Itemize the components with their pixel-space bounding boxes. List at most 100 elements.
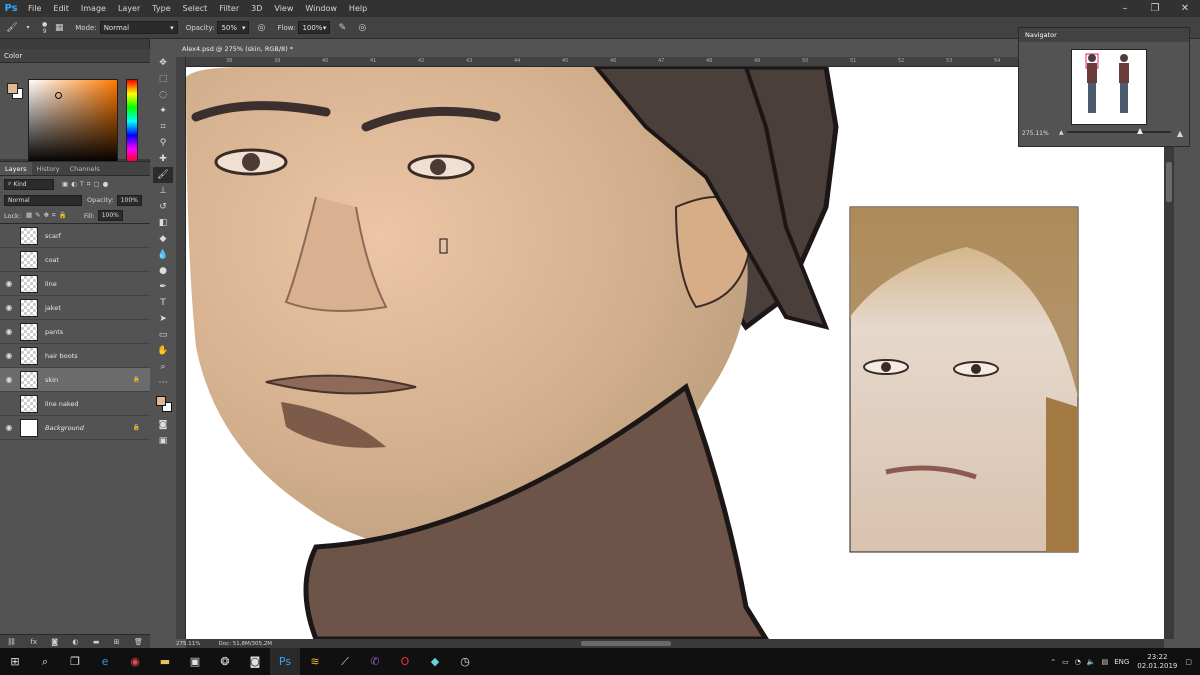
magic-wand-icon[interactable]: ✦ xyxy=(153,103,173,119)
foreground-color-swatch[interactable] xyxy=(7,83,18,94)
fill-field[interactable]: 100% xyxy=(97,210,123,221)
quick-mask-icon[interactable]: ◙ xyxy=(153,417,173,433)
wifi-icon[interactable]: ◔ xyxy=(1075,658,1081,666)
brush-preset-picker[interactable]: ● 9 xyxy=(42,21,47,35)
eye-icon[interactable]: ◉ xyxy=(0,423,18,432)
history-brush-icon[interactable]: ↺ xyxy=(153,199,173,215)
layer-thumbnail[interactable] xyxy=(20,274,38,293)
menu-type[interactable]: Type xyxy=(146,4,176,13)
menu-image[interactable]: Image xyxy=(75,4,112,13)
layer-thumbnail[interactable] xyxy=(20,418,38,437)
link-icon[interactable]: ⛓ xyxy=(7,638,16,646)
layer-name[interactable]: scarf xyxy=(45,232,61,240)
layer-opacity-field[interactable]: 100% xyxy=(116,194,142,206)
clock-app-icon[interactable]: ◷ xyxy=(450,648,480,675)
path-select-icon[interactable]: ➤ xyxy=(153,311,173,327)
marquee-tool-icon[interactable]: ⬚ xyxy=(153,71,173,87)
navigator-slider-knob[interactable] xyxy=(1137,128,1143,134)
photoshop-taskbar-icon[interactable]: Ps xyxy=(270,648,300,675)
app-icon[interactable]: ◆ xyxy=(420,648,450,675)
color-picker-field[interactable] xyxy=(28,79,118,164)
stack-app-icon[interactable]: ≋ xyxy=(300,648,330,675)
layer-name[interactable]: line xyxy=(45,280,57,288)
menu-window[interactable]: Window xyxy=(299,4,343,13)
menu-layer[interactable]: Layer xyxy=(112,4,146,13)
layer-name[interactable]: coat xyxy=(45,256,59,264)
vertical-scrollbar[interactable] xyxy=(1164,67,1174,639)
flow-field[interactable]: 100% ▾ xyxy=(298,21,331,34)
menu-help[interactable]: Help xyxy=(343,4,373,13)
canvas[interactable] xyxy=(186,67,1164,639)
mask-icon[interactable]: ◙ xyxy=(51,638,58,646)
layer-thumbnail[interactable] xyxy=(20,250,38,269)
new-layer-icon[interactable]: ⊞ xyxy=(114,638,120,646)
minimize-icon[interactable]: – xyxy=(1110,0,1140,17)
more-tools-icon[interactable]: ⋯ xyxy=(153,375,173,391)
adjustment-icon[interactable]: ◐ xyxy=(72,638,78,646)
layer-row-hair-boots[interactable]: ◉ hair boots xyxy=(0,344,150,368)
layer-row-scarf[interactable]: scarf xyxy=(0,224,150,248)
eye-icon[interactable]: ◉ xyxy=(0,375,18,384)
edge-browser-icon[interactable]: e xyxy=(90,648,120,675)
navigator-zoom-slider[interactable] xyxy=(1067,128,1171,134)
menu-view[interactable]: View xyxy=(268,4,299,13)
layer-row-pants[interactable]: ◉ pants xyxy=(0,320,150,344)
webcam-icon[interactable]: ◙ xyxy=(240,648,270,675)
close-icon[interactable]: ✕ xyxy=(1170,0,1200,17)
menu-select[interactable]: Select xyxy=(177,4,214,13)
menu-3d[interactable]: 3D xyxy=(245,4,268,13)
layer-name[interactable]: jaket xyxy=(45,304,61,312)
viber-icon[interactable]: ✆ xyxy=(360,648,390,675)
keyboard-icon[interactable]: ▤ xyxy=(1102,658,1109,666)
aperture-icon[interactable]: ❂ xyxy=(210,648,240,675)
eye-icon[interactable]: ◉ xyxy=(0,351,18,360)
search-icon[interactable]: ⌕ xyxy=(30,648,60,675)
layer-row-coat[interactable]: coat xyxy=(0,248,150,272)
blend-mode-select[interactable]: Normal xyxy=(4,194,82,206)
layer-name[interactable]: line naked xyxy=(45,400,79,408)
battery-icon[interactable]: ▭ xyxy=(1062,658,1069,666)
vivaldi-icon[interactable]: ◉ xyxy=(120,648,150,675)
store-icon[interactable]: ▣ xyxy=(180,648,210,675)
layer-thumbnail[interactable] xyxy=(20,346,38,365)
status-zoom[interactable]: 275.11% xyxy=(176,641,200,647)
opera-icon[interactable]: O xyxy=(390,648,420,675)
pen-tool-icon[interactable]: ✒ xyxy=(153,279,173,295)
zoom-in-icon[interactable]: ▲ xyxy=(1177,129,1183,138)
folder-icon[interactable]: ▬ xyxy=(93,638,100,646)
screen-mode-icon[interactable]: ▣ xyxy=(153,433,173,449)
dodge-tool-icon[interactable]: ● xyxy=(153,263,173,279)
mode-select[interactable]: Normal ▾ xyxy=(99,21,178,34)
layer-row-jaket[interactable]: ◉ jaket xyxy=(0,296,150,320)
pressure-size-icon[interactable]: ◎ xyxy=(354,20,370,36)
layer-name[interactable]: skin xyxy=(45,376,58,384)
eraser-icon[interactable]: ◧ xyxy=(153,215,173,231)
menu-file[interactable]: File xyxy=(22,4,47,13)
wacom-icon[interactable]: ⟋ xyxy=(330,648,360,675)
layer-name[interactable]: Background xyxy=(45,424,84,432)
layer-row-skin[interactable]: ◉ skin 🔒 xyxy=(0,368,150,392)
color-picker-cursor[interactable] xyxy=(55,92,62,99)
chevron-down-icon[interactable]: ▾ xyxy=(20,20,36,36)
horizontal-scroll-thumb[interactable] xyxy=(581,641,671,646)
eyedropper-icon[interactable]: ⚲ xyxy=(153,135,173,151)
eye-icon[interactable]: ◉ xyxy=(0,279,18,288)
blur-tool-icon[interactable]: 💧 xyxy=(153,247,173,263)
layer-row-line[interactable]: ◉ line xyxy=(0,272,150,296)
opacity-field[interactable]: 50% ▾ xyxy=(217,21,250,34)
brush-tool-icon[interactable]: 🖌 xyxy=(4,20,20,36)
layer-row-background[interactable]: ◉ Background 🔒 xyxy=(0,416,150,440)
zoom-out-icon[interactable]: ▲ xyxy=(1059,129,1064,136)
brush-panel-icon[interactable]: ▦ xyxy=(51,20,67,36)
paint-bucket-icon[interactable]: ◆ xyxy=(153,231,173,247)
taskbar-clock[interactable]: 23:22 02.01.2019 xyxy=(1137,653,1177,671)
type-tool-icon[interactable]: T xyxy=(153,295,173,311)
eye-icon[interactable]: ◉ xyxy=(0,303,18,312)
language-indicator[interactable]: ENG xyxy=(1114,658,1129,666)
crop-tool-icon[interactable]: ⌗ xyxy=(153,119,173,135)
tool-fg-swatch[interactable] xyxy=(156,396,166,406)
healing-brush-icon[interactable]: ✚ xyxy=(153,151,173,167)
navigator-preview[interactable] xyxy=(1071,49,1147,125)
layer-thumbnail[interactable] xyxy=(20,394,38,413)
menu-edit[interactable]: Edit xyxy=(47,4,75,13)
